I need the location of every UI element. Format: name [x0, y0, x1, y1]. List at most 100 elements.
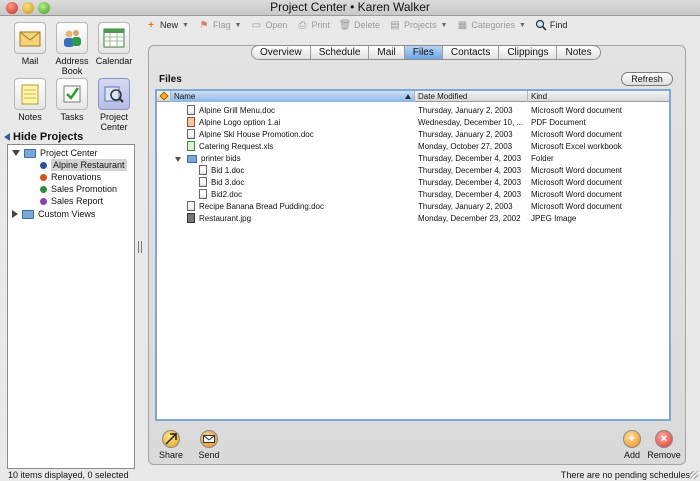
- table-row[interactable]: printer bids Thursday, December 4, 2003 …: [157, 153, 669, 165]
- send-icon: [200, 430, 218, 448]
- zoom-window-button[interactable]: [38, 2, 50, 14]
- date-column-header[interactable]: Date Modified: [415, 91, 528, 102]
- window-title: Project Center • Karen Walker: [270, 0, 430, 14]
- file-date: Thursday, January 2, 2003: [418, 106, 513, 115]
- refresh-button[interactable]: Refresh: [621, 72, 673, 86]
- disclosure-triangle-icon[interactable]: [12, 150, 20, 156]
- flag-column-header[interactable]: [157, 91, 171, 102]
- disclosure-triangle-icon[interactable]: [12, 210, 18, 218]
- file-name-cell: Catering Request.xls: [187, 141, 412, 153]
- folder-disclosure-triangle-icon[interactable]: [175, 157, 181, 162]
- jpeg-image-icon: [187, 213, 195, 223]
- tab-schedule[interactable]: Schedule: [311, 46, 370, 59]
- add-button[interactable]: + Add: [614, 430, 650, 460]
- tab-notes[interactable]: Notes: [557, 46, 599, 59]
- magnifier-icon: [535, 19, 547, 31]
- tab-contacts[interactable]: Contacts: [443, 46, 500, 59]
- name-column-label: Name: [174, 92, 196, 101]
- app-address-book[interactable]: Address Book: [50, 22, 94, 76]
- flag-icon: ⚑: [199, 19, 209, 31]
- file-kind: Microsoft Word document: [531, 166, 622, 175]
- file-date: Monday, December 23, 2002: [418, 214, 521, 223]
- flag-button[interactable]: ⚑ Flag ▼: [198, 19, 241, 31]
- folder-icon: [187, 155, 197, 163]
- share-icon: [162, 430, 180, 448]
- table-row[interactable]: Alpine Logo option 1.ai Wednesday, Decem…: [157, 117, 669, 129]
- remove-button[interactable]: × Remove: [646, 430, 682, 460]
- app-project-center[interactable]: Project Center: [92, 78, 136, 132]
- file-name: Restaurant.jpg: [199, 214, 252, 223]
- table-row[interactable]: Bid2.doc Thursday, December 4, 2003 Micr…: [157, 189, 669, 201]
- print-button[interactable]: ⎙ Print: [296, 19, 330, 31]
- table-row[interactable]: Alpine Ski House Promotion.doc Thursday,…: [157, 129, 669, 141]
- projects-button[interactable]: ▤ Projects ▼: [389, 19, 447, 31]
- open-button[interactable]: ▭ Open: [250, 19, 288, 31]
- window-resize-grip[interactable]: [690, 471, 698, 479]
- word-document-icon: [187, 201, 195, 211]
- new-label: New: [160, 20, 179, 30]
- trash-icon: 🗑: [338, 19, 352, 31]
- file-kind: Folder: [531, 154, 554, 163]
- pane-splitter-handle[interactable]: [138, 241, 142, 253]
- file-kind: Microsoft Excel workbook: [531, 142, 622, 151]
- address-book-icon: [56, 22, 88, 54]
- file-date: Thursday, January 2, 2003: [418, 130, 513, 139]
- tree-project-sales-promotion[interactable]: Sales Promotion: [40, 183, 117, 195]
- delete-label: Delete: [353, 20, 380, 30]
- share-button[interactable]: Share: [153, 430, 189, 460]
- remove-x-icon: ×: [655, 430, 673, 448]
- minimize-window-button[interactable]: [22, 2, 34, 14]
- close-window-button[interactable]: [6, 2, 18, 14]
- new-button[interactable]: + New ▼: [145, 19, 189, 31]
- project-color-dot: [40, 173, 47, 181]
- find-label: Find: [549, 20, 568, 30]
- find-button[interactable]: Find: [535, 19, 568, 31]
- file-name-cell: Alpine Logo option 1.ai: [187, 117, 412, 129]
- table-row[interactable]: Restaurant.jpg Monday, December 23, 2002…: [157, 213, 669, 225]
- projects-icon: ▤: [390, 19, 400, 31]
- delete-button[interactable]: 🗑 Delete: [339, 19, 380, 31]
- tasks-icon: [56, 78, 88, 110]
- app-mail[interactable]: Mail: [8, 22, 52, 66]
- table-row[interactable]: Recipe Banana Bread Pudding.doc Thursday…: [157, 201, 669, 213]
- tab-files[interactable]: Files: [404, 46, 443, 59]
- status-schedules: There are no pending schedules: [560, 470, 690, 480]
- table-row[interactable]: Alpine Grill Menu.doc Thursday, January …: [157, 105, 669, 117]
- dropdown-caret-icon: ▼: [440, 21, 448, 29]
- open-label: Open: [265, 20, 288, 30]
- tree-project-sales-report[interactable]: Sales Report: [40, 195, 103, 207]
- projects-label: Projects: [403, 20, 437, 30]
- file-name: Alpine Grill Menu.doc: [199, 106, 276, 115]
- table-row[interactable]: Bid 1.doc Thursday, December 4, 2003 Mic…: [157, 165, 669, 177]
- file-kind: PDF Document: [531, 118, 586, 127]
- tree-project-alpine-restaurant[interactable]: Alpine Restaurant: [40, 159, 127, 171]
- tree-root-project-center[interactable]: Project Center: [12, 147, 98, 159]
- file-name: Bid2.doc: [211, 190, 243, 199]
- app-tasks[interactable]: Tasks: [50, 78, 94, 122]
- files-table: Name Date Modified Kind Alpine Grill Men…: [155, 89, 671, 421]
- tab-clippings[interactable]: Clippings: [499, 46, 558, 59]
- categories-button[interactable]: ▦ Categories ▼: [456, 19, 526, 31]
- tab-mail[interactable]: Mail: [369, 46, 405, 59]
- project-color-dot: [40, 185, 47, 193]
- hide-projects-toggle[interactable]: Hide Projects: [4, 131, 83, 143]
- send-button[interactable]: Send: [191, 430, 227, 460]
- tree-custom-views[interactable]: Custom Views: [12, 208, 95, 220]
- name-column-header[interactable]: Name: [171, 91, 415, 102]
- tree-root-label: Project Center: [40, 148, 98, 158]
- table-row[interactable]: Bid 3.doc Thursday, December 4, 2003 Mic…: [157, 177, 669, 189]
- tree-project-renovations[interactable]: Renovations: [40, 171, 101, 183]
- file-date: Thursday, December 4, 2003: [418, 154, 522, 163]
- kind-column-header[interactable]: Kind: [528, 91, 669, 102]
- notes-icon: [14, 78, 46, 110]
- app-notes[interactable]: Notes: [8, 78, 52, 122]
- tab-overview[interactable]: Overview: [252, 46, 311, 59]
- custom-views-label: Custom Views: [38, 209, 96, 219]
- app-calendar[interactable]: Calendar: [92, 22, 136, 66]
- word-document-icon: [187, 105, 195, 115]
- table-row[interactable]: Catering Request.xls Monday, October 27,…: [157, 141, 669, 153]
- file-name-cell: Alpine Ski House Promotion.doc: [187, 129, 412, 141]
- hide-projects-label: Hide Projects: [13, 131, 84, 143]
- app-label: Notes: [18, 112, 42, 122]
- project-tree-panel: Project Center Alpine Restaurant Renovat…: [7, 144, 135, 469]
